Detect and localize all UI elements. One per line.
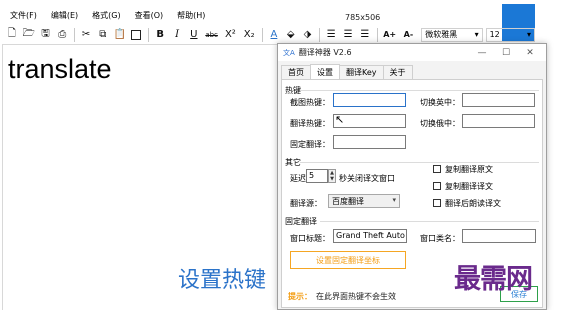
menu-edit[interactable]: 编辑(E) xyxy=(51,10,78,21)
copy-result-label: 复制翻译译文 xyxy=(445,182,493,191)
read-after-checkbox[interactable] xyxy=(433,199,441,207)
copy-source-checkbox[interactable] xyxy=(433,165,441,173)
menu-format[interactable]: 格式(G) xyxy=(92,10,120,21)
highlight-icon[interactable]: ⬗ xyxy=(300,27,316,43)
subscript-button[interactable]: X₂ xyxy=(240,27,258,43)
chevron-down-icon: ▾ xyxy=(392,196,396,204)
delay-seconds-input[interactable]: 5 xyxy=(306,169,328,183)
toolbar-divider xyxy=(74,27,76,42)
strikethrough-button[interactable]: abc xyxy=(203,27,221,43)
superscript-button[interactable]: X² xyxy=(222,27,240,43)
cut-icon[interactable]: ✂ xyxy=(78,27,94,43)
align-left-icon[interactable]: ☰ xyxy=(323,27,339,43)
font-family-select[interactable]: 微软雅黑 ▾ xyxy=(421,27,483,42)
toolbar-divider xyxy=(376,27,378,42)
window-title-label: 窗口标题： xyxy=(290,234,330,243)
align-right-icon[interactable]: ☰ xyxy=(357,27,373,43)
open-folder-icon[interactable]: 🗁 xyxy=(21,27,37,43)
close-icon[interactable]: ✕ xyxy=(518,48,542,58)
shrink-font-button[interactable]: A- xyxy=(400,27,418,43)
font-family-value: 微软雅黑 xyxy=(425,30,458,39)
grow-font-button[interactable]: A+ xyxy=(381,27,399,43)
document-text: translate xyxy=(8,54,112,84)
screenshot-hotkey-label: 截图热键： xyxy=(290,98,330,107)
toolbar-divider xyxy=(148,27,150,42)
bold-button[interactable]: B xyxy=(152,27,168,43)
toolbar-divider xyxy=(262,27,264,42)
window-title-input[interactable]: Grand Theft Auto xyxy=(333,229,407,243)
toolbar-divider xyxy=(319,27,321,42)
chevron-down-icon: ▾ xyxy=(474,30,479,39)
fixed-group-title: 固定翻译 xyxy=(285,217,317,226)
tab-translate-key[interactable]: 翻译Key xyxy=(339,65,384,79)
site-watermark: 最需网 xyxy=(454,264,533,295)
dialog-title: 翻译神器 V2.6 xyxy=(298,48,352,57)
mouse-cursor-icon: ↖ xyxy=(335,113,345,126)
print-icon[interactable]: ⎙ xyxy=(54,27,70,43)
save-icon[interactable]: 🖫 xyxy=(38,27,54,43)
minimize-icon[interactable]: — xyxy=(470,48,494,58)
hint-text: 在此界面热键不会生效 xyxy=(316,292,396,301)
new-file-icon[interactable]: 🗋 xyxy=(4,27,20,43)
editor-toolbar: 🗋 🗁 🖫 ⎙ ✂ ⧉ 📋 B I U abc X² X₂ A ⬙ ⬗ ☰ ☰ … xyxy=(4,26,536,43)
tab-home[interactable]: 首页 xyxy=(281,65,311,79)
dialog-tabs: 首页 设置 翻译Key 关于 xyxy=(281,64,413,79)
italic-button[interactable]: I xyxy=(169,27,185,43)
switch-jp-zh-label: 切换俄中： xyxy=(420,119,460,128)
window-class-label: 窗口类名： xyxy=(420,234,460,243)
screenshot-hotkey-input[interactable] xyxy=(333,93,406,107)
delay-label: 延迟 xyxy=(290,174,306,183)
align-center-icon[interactable]: ☰ xyxy=(340,27,356,43)
window-controls: — ☐ ✕ xyxy=(470,44,542,61)
menu-bar: 文件(F) 编辑(E) 格式(G) 查看(O) 帮助(H) xyxy=(0,7,535,23)
delay-stepper[interactable]: ▲ ▼ xyxy=(328,169,336,183)
copy-icon[interactable]: ⧉ xyxy=(95,27,111,43)
copy-source-label: 复制翻译原文 xyxy=(445,165,493,174)
group-divider xyxy=(300,90,539,91)
hotkey-group-title: 热键 xyxy=(285,86,301,95)
translate-source-value: 百度翻译 xyxy=(332,197,364,206)
font-size-select[interactable]: 12 ▾ xyxy=(485,27,536,42)
delay-suffix-label: 秒关闭译文窗口 xyxy=(339,174,395,183)
paste-icon[interactable]: 📋 xyxy=(112,27,128,43)
maximize-icon[interactable]: ☐ xyxy=(494,48,518,58)
underline-button[interactable]: U xyxy=(186,27,202,43)
paint-bucket-icon[interactable]: ⬙ xyxy=(283,27,299,43)
translate-hotkey-label: 翻译热键： xyxy=(290,119,330,128)
translate-source-label: 翻译源： xyxy=(290,199,322,208)
set-fixed-coords-button[interactable]: 设置固定翻译坐标 xyxy=(290,251,406,269)
font-color-button[interactable]: A xyxy=(266,27,282,43)
hint-label: 提示： xyxy=(288,292,312,301)
chevron-down-icon: ▾ xyxy=(527,30,532,39)
switch-en-zh-label: 切换英中： xyxy=(420,98,460,107)
menu-view[interactable]: 查看(O) xyxy=(135,10,164,21)
translate-app-icon: 文A xyxy=(283,48,295,57)
group-divider xyxy=(320,221,539,222)
switch-en-zh-input[interactable] xyxy=(462,93,535,107)
menu-file[interactable]: 文件(F) xyxy=(10,10,37,21)
translate-source-select[interactable]: 百度翻译 ▾ xyxy=(328,194,400,208)
copy-result-checkbox[interactable] xyxy=(433,182,441,190)
group-divider xyxy=(300,162,539,163)
fixed-translate-hotkey-label: 固定翻译： xyxy=(290,140,330,149)
menu-help[interactable]: 帮助(H) xyxy=(177,10,205,21)
switch-jp-zh-input[interactable] xyxy=(462,114,535,128)
window-class-input[interactable] xyxy=(462,229,536,243)
other-group-title: 其它 xyxy=(285,158,301,167)
overlay-caption: 设置热键 xyxy=(178,268,267,293)
tab-settings[interactable]: 设置 xyxy=(310,64,340,79)
window-size-readout: 785x506 xyxy=(345,13,381,22)
read-after-label: 翻译后朗读译文 xyxy=(445,199,501,208)
fixed-translate-hotkey-input[interactable] xyxy=(333,135,406,149)
dialog-titlebar[interactable]: 文A 翻译神器 V2.6 — ☐ ✕ xyxy=(278,44,546,61)
font-size-value: 12 xyxy=(489,30,500,39)
tab-about[interactable]: 关于 xyxy=(382,65,413,79)
insert-image-icon[interactable] xyxy=(129,27,145,43)
